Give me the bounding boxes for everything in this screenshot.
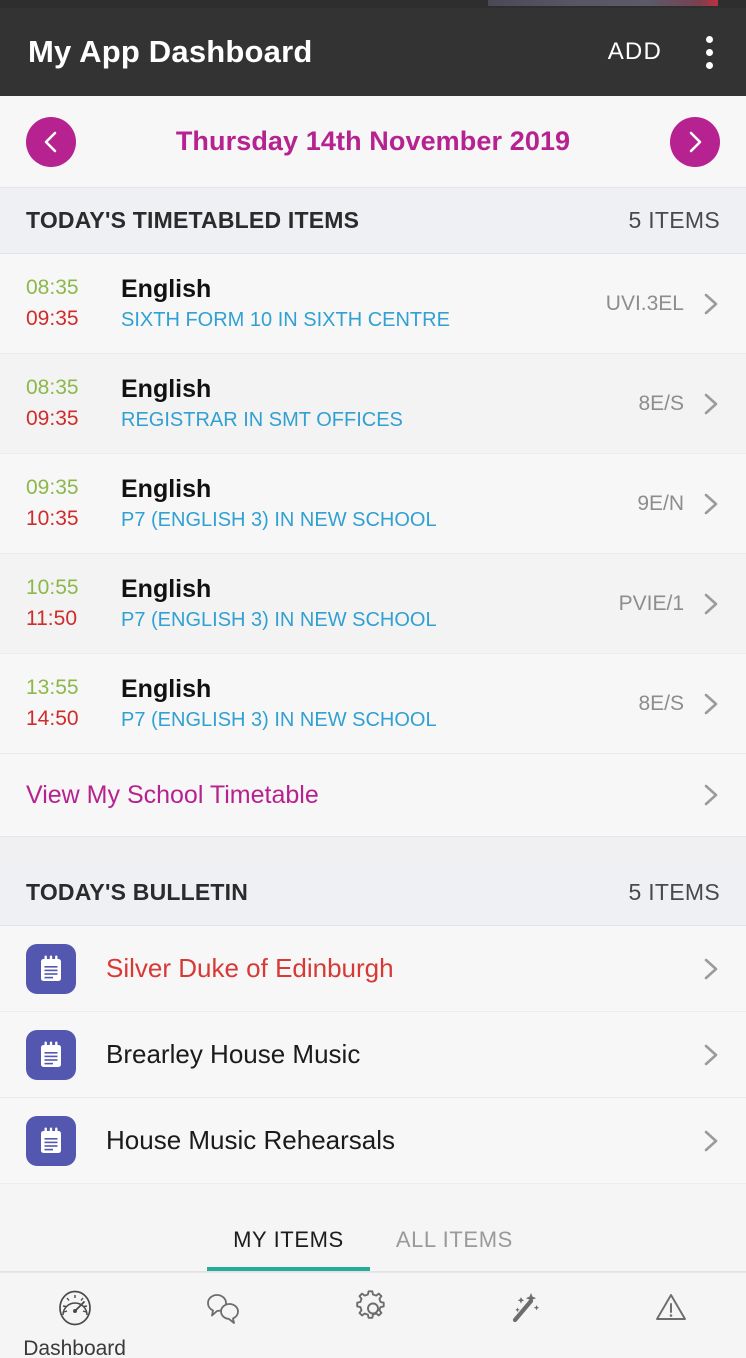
location-label: SIXTH FORM 10 IN SIXTH CENTRE	[121, 309, 450, 332]
bulletin-title: Brearley House Music	[106, 1039, 361, 1069]
chevron-right-icon	[698, 290, 724, 318]
row-main: English SIXTH FORM 10 IN SIXTH CENTRE	[108, 273, 606, 335]
end-time: 09:35	[26, 406, 79, 430]
status-bar-fragment	[488, 0, 718, 6]
table-row[interactable]: 13:55 14:50 English P7 (ENGLISH 3) IN NE…	[0, 654, 746, 754]
chevron-right-icon	[689, 131, 702, 152]
class-code: UVI.3EL	[605, 291, 684, 315]
nav-item-dashboard[interactable]: Dashboard	[0, 1287, 149, 1358]
more-vert-icon[interactable]	[694, 32, 724, 72]
location-label: REGISTRAR IN SMT OFFICES	[121, 409, 403, 432]
items-filter-tabs: MY ITEMS ALL ITEMS	[0, 1184, 746, 1272]
row-main: English P7 (ENGLISH 3) IN NEW SCHOOL	[108, 673, 638, 735]
app-bar: My App Dashboard ADD	[0, 8, 746, 96]
table-row[interactable]: 08:35 09:35 English REGISTRAR IN SMT OFF…	[0, 354, 746, 454]
chevron-right-icon	[698, 1127, 724, 1155]
start-time: 09:35	[26, 476, 79, 500]
speedometer-icon	[58, 1290, 91, 1326]
start-time: 08:35	[26, 276, 79, 300]
location-label: P7 (ENGLISH 3) IN NEW SCHOOL	[121, 709, 437, 732]
nav-item-settings[interactable]	[298, 1287, 447, 1337]
timetable-header-label: TODAY'S TIMETABLED ITEMS	[26, 207, 360, 233]
row-main: English P7 (ENGLISH 3) IN NEW SCHOOL	[108, 573, 619, 635]
list-item[interactable]: Brearley House Music	[0, 1012, 746, 1098]
section-divider	[0, 836, 746, 860]
bulletin-header-label: TODAY'S BULLETIN	[26, 879, 249, 905]
more-dot	[705, 61, 713, 69]
subject-label: English	[121, 474, 212, 503]
timetable-section-header: TODAY'S TIMETABLED ITEMS 5 ITEMS	[0, 188, 746, 254]
start-time: 13:55	[26, 676, 79, 700]
chevron-right-icon	[698, 1041, 724, 1069]
tab-my-items[interactable]: MY ITEMS	[207, 1227, 370, 1271]
chevron-left-icon	[44, 131, 57, 152]
date-navigation-bar: Thursday 14th November 2019	[0, 96, 746, 188]
chevron-right-icon	[698, 690, 724, 718]
nav-item-messages[interactable]	[149, 1287, 298, 1337]
current-date-label: Thursday 14th November 2019	[175, 126, 571, 156]
time-column: 10:55 11:50	[26, 573, 108, 634]
chevron-right-icon	[698, 390, 724, 418]
warning-triangle-icon	[656, 1294, 687, 1320]
bulletin-title: House Music Rehearsals	[106, 1125, 396, 1155]
class-code: 9E/N	[637, 491, 684, 515]
nav-item-alerts[interactable]	[597, 1287, 746, 1337]
subject-label: English	[121, 274, 212, 303]
more-dot	[705, 48, 713, 56]
view-school-timetable-link[interactable]: View My School Timetable	[0, 754, 746, 836]
page-title: My App Dashboard	[28, 34, 313, 69]
list-item[interactable]: House Music Rehearsals	[0, 1098, 746, 1184]
view-school-timetable-label: View My School Timetable	[26, 780, 319, 809]
add-button[interactable]: ADD	[608, 38, 662, 66]
time-column: 08:35 09:35	[26, 373, 108, 434]
notepad-icon	[26, 1029, 76, 1080]
nav-label-dashboard: Dashboard	[23, 1337, 126, 1358]
end-time: 10:35	[26, 506, 79, 530]
prev-day-button[interactable]	[26, 116, 76, 167]
subject-label: English	[121, 574, 212, 603]
time-column: 13:55 14:50	[26, 673, 108, 734]
chevron-right-icon	[698, 955, 724, 983]
magic-wand-icon	[513, 1293, 540, 1323]
end-time: 14:50	[26, 706, 79, 730]
class-code: 8E/S	[638, 391, 684, 415]
subject-label: English	[121, 674, 212, 703]
bulletin-item-count: 5 ITEMS	[628, 879, 720, 905]
nav-item-magic[interactable]	[448, 1287, 597, 1337]
status-bar-strip	[0, 0, 746, 8]
class-code: PVIE/1	[618, 591, 684, 615]
time-column: 09:35 10:35	[26, 473, 108, 534]
next-day-button[interactable]	[670, 116, 720, 167]
bulletin-section-header: TODAY'S BULLETIN 5 ITEMS	[0, 860, 746, 926]
row-main: English REGISTRAR IN SMT OFFICES	[108, 373, 638, 435]
chevron-right-icon	[698, 590, 724, 618]
chevron-right-icon	[698, 490, 724, 518]
notepad-icon	[26, 1115, 76, 1166]
table-row[interactable]: 08:35 09:35 English SIXTH FORM 10 IN SIX…	[0, 254, 746, 354]
more-dot	[705, 35, 713, 43]
timetable-item-count: 5 ITEMS	[628, 207, 720, 233]
time-column: 08:35 09:35	[26, 273, 108, 334]
table-row[interactable]: 09:35 10:35 English P7 (ENGLISH 3) IN NE…	[0, 454, 746, 554]
tab-all-items[interactable]: ALL ITEMS	[370, 1227, 539, 1271]
end-time: 09:35	[26, 306, 79, 330]
class-code: 8E/S	[638, 691, 684, 715]
bottom-navigation: Dashboard	[0, 1272, 746, 1358]
table-row[interactable]: 10:55 11:50 English P7 (ENGLISH 3) IN NE…	[0, 554, 746, 654]
notepad-icon	[26, 943, 76, 994]
subject-label: English	[121, 374, 212, 403]
row-main: English P7 (ENGLISH 3) IN NEW SCHOOL	[108, 473, 637, 535]
gear-icon	[356, 1290, 385, 1319]
list-item[interactable]: Silver Duke of Edinburgh	[0, 926, 746, 1012]
start-time: 10:55	[26, 576, 79, 600]
end-time: 11:50	[26, 606, 77, 630]
bulletin-title: Silver Duke of Edinburgh	[106, 953, 394, 983]
start-time: 08:35	[26, 376, 79, 400]
app-root: My App Dashboard ADD Thursday 14th Novem…	[0, 0, 746, 1358]
chat-bubbles-icon	[206, 1294, 239, 1324]
location-label: P7 (ENGLISH 3) IN NEW SCHOOL	[121, 509, 437, 532]
chevron-right-icon	[698, 781, 724, 809]
location-label: P7 (ENGLISH 3) IN NEW SCHOOL	[121, 609, 437, 632]
